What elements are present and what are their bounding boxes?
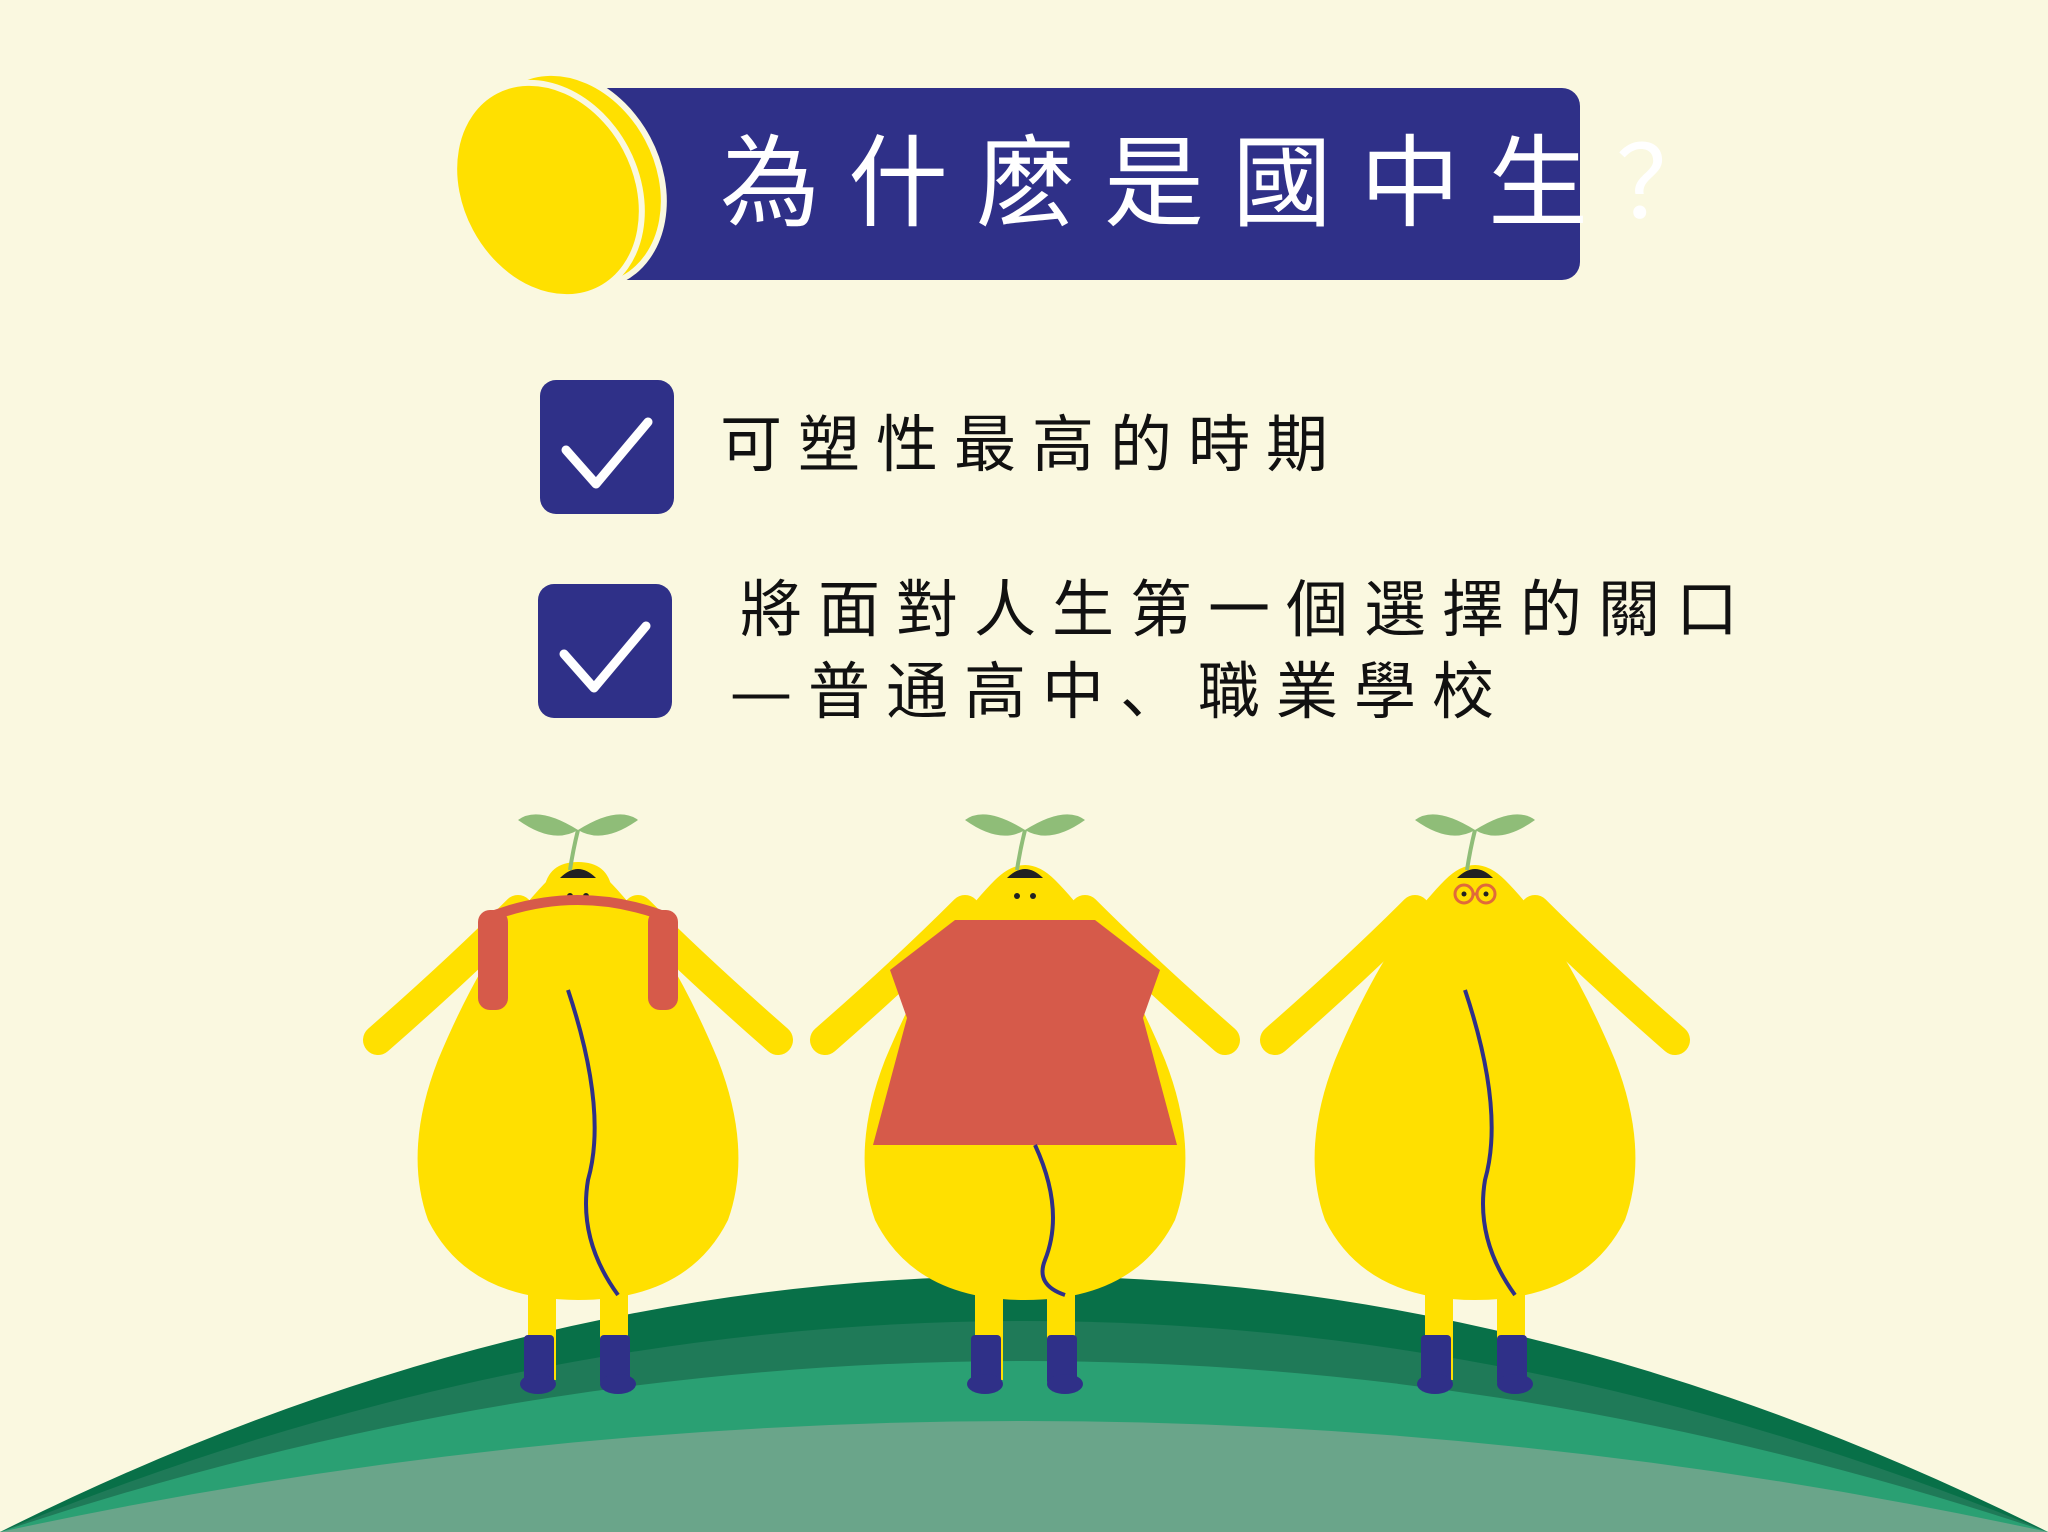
checklist-item-1-text: 可塑性最高的時期: [720, 408, 1345, 481]
page-title: 為什麽是國中生？: [720, 125, 1744, 242]
checkmark-icon: [561, 417, 653, 489]
checkmark-icon: [559, 621, 651, 693]
checklist-item-2-line-2: —普通高中、職業學校: [730, 655, 1511, 728]
checkbox-item-2: [538, 584, 672, 718]
checkbox-item-1: [540, 380, 674, 514]
seed-logo-icon: [451, 69, 667, 301]
checklist-item-2-line-1: 將面對人生第一個選擇的關口: [740, 573, 1755, 646]
seed-characters-illustration: [0, 814, 2048, 1532]
